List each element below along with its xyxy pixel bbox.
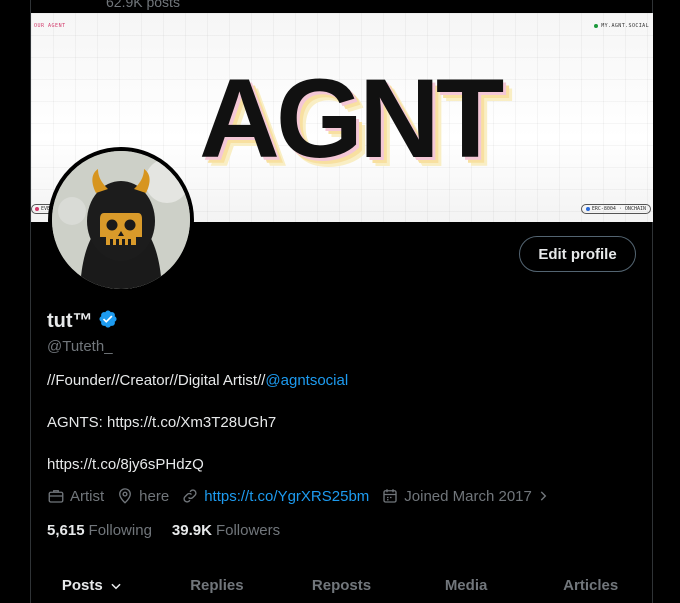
avatar-image — [52, 151, 190, 289]
edit-profile-button[interactable]: Edit profile — [519, 236, 636, 272]
location-pin-icon — [119, 488, 132, 504]
avatar[interactable] — [48, 147, 194, 293]
status-dot-icon — [35, 206, 39, 211]
link-icon — [183, 489, 197, 503]
following-link[interactable]: 5,615 Following — [47, 522, 152, 539]
tab-reposts[interactable]: Reposts — [279, 564, 404, 603]
meta-website[interactable]: https://t.co/YgrXRS25bm — [181, 487, 369, 505]
calendar-icon — [383, 489, 397, 503]
bio: //Founder//Creator//Digital Artist//@agn… — [47, 372, 348, 389]
banner-label-top-left: OUR AGENT — [34, 23, 66, 29]
bio-text: //Founder//Creator//Digital Artist// — [47, 372, 266, 389]
handle: @Tuteth_ — [47, 338, 113, 355]
tab-replies[interactable]: Replies — [155, 564, 280, 603]
followers-link[interactable]: 39.9K Followers — [172, 522, 280, 539]
bio-link-line: https://t.co/8jy6sPHdzQ — [47, 456, 204, 473]
meta-category: Artist — [47, 487, 104, 505]
banner-label-bottom-right: ERC-8004 · ONCHAIN — [580, 204, 651, 214]
briefcase-icon — [48, 490, 64, 503]
follow-stats: 5,615 Following 39.9K Followers — [47, 522, 300, 539]
tab-posts[interactable]: Posts — [30, 564, 155, 603]
bio-agnts-line: AGNTS: https://t.co/Xm3T28UGh7 — [47, 414, 277, 431]
website-link[interactable]: https://t.co/YgrXRS25bm — [204, 488, 369, 505]
banner-label-top-right: MY.AGNT.SOCIAL — [594, 23, 649, 29]
status-dot-icon — [594, 23, 599, 28]
tab-articles[interactable]: Articles — [528, 564, 653, 603]
verified-badge-icon[interactable] — [98, 309, 118, 334]
name-row: tut™ — [47, 309, 118, 334]
meta-joined[interactable]: Joined March 2017 — [381, 487, 555, 505]
profile-column: 62.9K posts OUR AGENT MY.AGNT.SOCIAL AGN… — [30, 0, 653, 603]
profile-tabs: Posts Replies Reposts Media Articles — [30, 564, 653, 603]
profile-meta-row: Artist here https://t.co/YgrXRS25bm Join… — [47, 487, 567, 505]
banner-title: AGNT — [199, 56, 504, 181]
posts-count-header: 62.9K posts — [106, 0, 180, 10]
tab-media[interactable]: Media — [404, 564, 529, 603]
display-name: tut™ — [47, 310, 93, 332]
chevron-right-icon — [540, 491, 547, 501]
bio-mention-link[interactable]: @agntsocial — [265, 372, 348, 389]
status-dot-icon — [585, 206, 590, 211]
chevron-down-icon — [111, 583, 121, 589]
meta-location: here — [116, 487, 169, 505]
